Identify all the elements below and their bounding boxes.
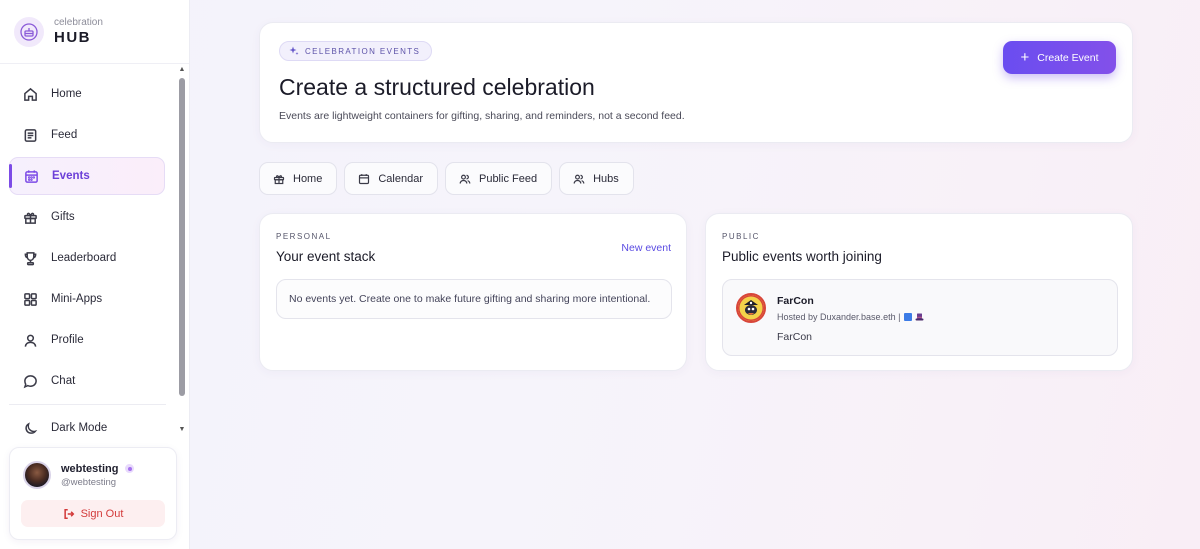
nav-divider (9, 404, 166, 405)
sidebar-item-label: Leaderboard (51, 252, 117, 264)
sidebar-item-chat[interactable]: Chat (9, 362, 165, 400)
top-hat-icon (915, 313, 924, 321)
create-event-button[interactable]: + Create Event (1003, 41, 1116, 74)
chip-label: CELEBRATION EVENTS (305, 46, 421, 56)
page-title: Create a structured celebration (279, 74, 595, 100)
tab-hubs[interactable]: Hubs (559, 162, 634, 195)
scroll-thumb[interactable] (179, 78, 185, 396)
sidebar-scrollbar[interactable]: ▲ ▼ (178, 66, 186, 434)
sidebar-item-label: Mini-Apps (51, 293, 103, 305)
scroll-down-arrow-icon[interactable]: ▼ (178, 426, 186, 434)
tab-calendar[interactable]: Calendar (344, 162, 438, 195)
personal-eyebrow: PERSONAL (276, 232, 332, 241)
brand-title: HUB (54, 29, 91, 46)
page-subtitle: Events are lightweight containers for gi… (279, 110, 685, 122)
user-card: webtesting @webtesting Sign Out (9, 447, 177, 540)
grid-icon (24, 292, 37, 306)
event-host: Hosted by Duxander.base.eth | (777, 312, 901, 322)
personal-events-card: PERSONAL Your event stack New event No e… (259, 213, 687, 371)
dark-mode-toggle[interactable]: Dark Mode (9, 411, 165, 441)
empty-state: No events yet. Create one to make future… (276, 279, 672, 319)
sign-out-label: Sign Out (80, 507, 124, 520)
calendar-icon (359, 173, 370, 184)
sidebar-item-feed[interactable]: Feed (9, 116, 165, 154)
sidebar: celebration HUB Home Feed Events Gifts L… (0, 0, 190, 549)
gift-icon (273, 174, 285, 184)
users-icon (573, 174, 585, 184)
dark-mode-label: Dark Mode (51, 422, 108, 434)
home-icon (24, 87, 37, 101)
tab-home[interactable]: Home (259, 162, 338, 195)
event-tabs: Home Calendar Public Feed Hubs (259, 162, 641, 195)
sign-out-button[interactable]: Sign Out (21, 500, 165, 527)
cake-icon (14, 16, 44, 47)
sidebar-item-label: Events (52, 170, 90, 182)
users-icon (459, 174, 471, 184)
user-icon (24, 334, 37, 347)
sidebar-item-label: Gifts (51, 211, 75, 223)
event-description: FarCon (777, 331, 813, 343)
sidebar-item-home[interactable]: Home (9, 75, 165, 113)
brand[interactable]: celebration HUB (0, 0, 189, 64)
tab-label: Hubs (593, 172, 619, 185)
calendar-icon (25, 169, 38, 183)
personal-title: Your event stack (276, 249, 376, 264)
tab-label: Home (293, 172, 323, 185)
new-event-link[interactable]: New event (621, 242, 671, 254)
brand-subtitle: celebration (54, 17, 103, 28)
scroll-up-arrow-icon[interactable]: ▲ (178, 66, 186, 74)
sidebar-item-mini-apps[interactable]: Mini-Apps (9, 280, 165, 318)
sidebar-item-profile[interactable]: Profile (9, 321, 165, 359)
tab-label: Public Feed (478, 172, 538, 185)
plus-icon: + (1020, 49, 1030, 66)
verified-badge-icon (125, 464, 135, 473)
event-name: FarCon (777, 295, 814, 307)
create-event-label: Create Event (1037, 51, 1099, 64)
public-title: Public events worth joining (722, 249, 882, 264)
sidebar-item-label: Home (51, 88, 82, 100)
section-chip: CELEBRATION EVENTS (279, 41, 433, 61)
sidebar-item-events[interactable]: Events (9, 157, 165, 195)
blue-square-icon (904, 313, 913, 321)
sidebar-item-label: Chat (51, 375, 76, 387)
tab-label: Calendar (378, 172, 423, 185)
sidebar-item-label: Feed (51, 129, 78, 141)
sign-out-icon (63, 508, 74, 519)
farcon-logo-icon (736, 293, 766, 323)
tab-public-feed[interactable]: Public Feed (444, 162, 553, 195)
feed-icon (24, 128, 37, 142)
sidebar-item-gifts[interactable]: Gifts (9, 198, 165, 236)
gift-icon (24, 212, 37, 224)
moon-icon (25, 422, 38, 434)
sidebar-nav: Home Feed Events Gifts Leaderboard Mini-… (0, 72, 176, 444)
sidebar-item-leaderboard[interactable]: Leaderboard (9, 239, 165, 277)
empty-state-text: No events yet. Create one to make future… (289, 293, 651, 305)
user-name: webtesting (61, 462, 119, 475)
sparkles-icon (289, 46, 299, 55)
avatar[interactable] (23, 461, 51, 489)
chat-icon (23, 374, 37, 388)
user-handle: @webtesting (61, 476, 117, 488)
public-eyebrow: PUBLIC (722, 232, 760, 241)
public-events-card: PUBLIC Public events worth joining FarCo… (705, 213, 1133, 371)
hero-card: CELEBRATION EVENTS Create a structured c… (259, 22, 1133, 143)
public-event-item[interactable]: FarCon Hosted by Duxander.base.eth | Far… (722, 279, 1118, 356)
trophy-icon (24, 251, 37, 265)
sidebar-item-label: Profile (51, 334, 84, 346)
